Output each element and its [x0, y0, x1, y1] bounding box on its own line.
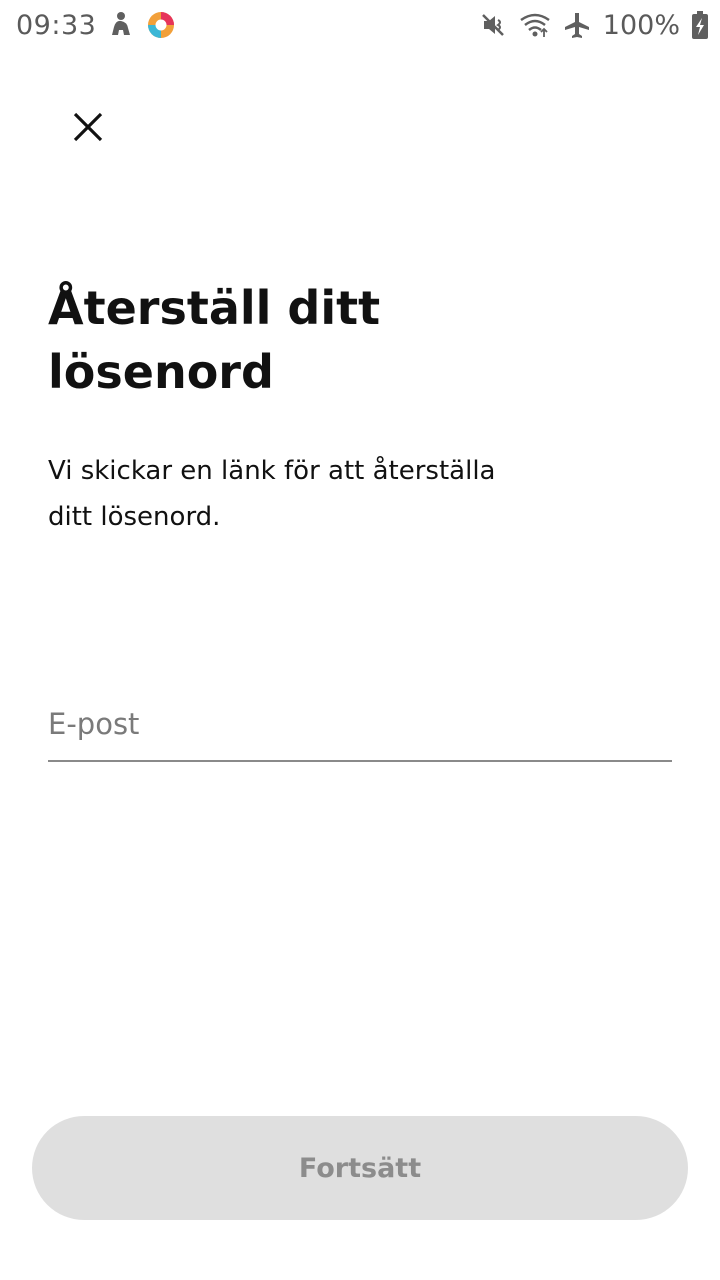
airplane-mode-icon: [563, 11, 591, 39]
continue-button[interactable]: Fortsätt: [32, 1116, 688, 1220]
battery-charging-icon: [692, 11, 708, 39]
close-button[interactable]: [58, 98, 118, 158]
email-field[interactable]: [48, 700, 672, 762]
vibrate-mute-icon: [481, 12, 507, 38]
reset-password-screen: 09:33 100% Återställ ditt lösenord Vi sk…: [0, 0, 720, 1280]
page-title: Återställ ditt lösenord: [48, 281, 381, 399]
description-text: Vi skickar en länk för att återställa di…: [48, 456, 496, 532]
battery-percent: 100%: [602, 9, 680, 41]
app-logo-icon: [146, 10, 176, 40]
status-bar-left: 09:33: [16, 10, 176, 41]
wifi-icon: [519, 12, 551, 38]
status-bar: 09:33 100%: [0, 0, 720, 50]
status-bar-right: 100%: [481, 10, 708, 41]
status-time: 09:33: [16, 9, 97, 41]
notification-figure-icon: [108, 11, 134, 39]
close-icon: [72, 111, 104, 146]
